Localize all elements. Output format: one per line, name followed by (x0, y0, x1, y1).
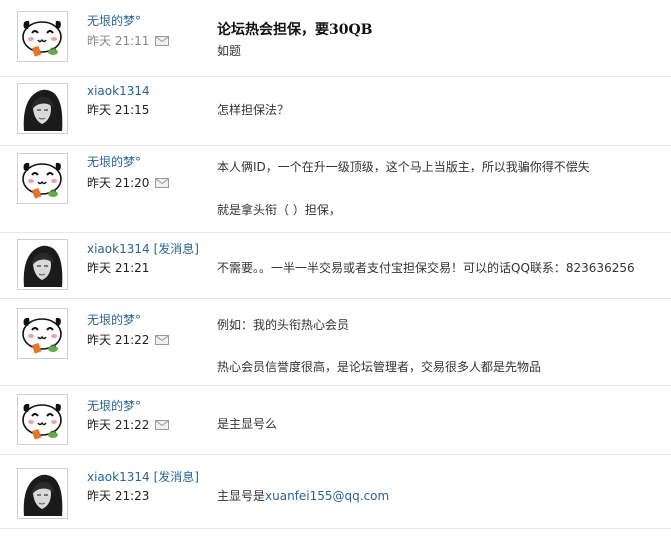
dark-hair-avatar-icon (20, 86, 65, 131)
post-author: 无垠的梦° (87, 311, 141, 328)
post-text: 本人俩ID，一个在升一级顶级，这个马上当版主，所以我骗你得不偿失 (217, 160, 590, 174)
dark-hair-avatar-icon (20, 242, 65, 287)
post-item: xiaok1314 [发消息] 昨天 21:23 主显号是xuanfei155@q… (0, 455, 671, 527)
post-author: xiaok1314 (87, 84, 150, 98)
panda-avatar-icon (20, 397, 65, 442)
post-text: 怎样担保法？ (217, 103, 290, 117)
post-text: 例如：我的头衔热心会员 (217, 318, 350, 332)
dark-hair-avatar-icon (20, 471, 65, 516)
post-item: xiaok1314 [发消息] 昨天 21:21 不需要。。一半一半交易或者支付宝… (0, 233, 671, 298)
avatar[interactable] (17, 308, 68, 359)
post-text: 就是拿头衔（ ）担保， (217, 203, 341, 217)
post-title: 论坛热会担保，要30QB (217, 22, 373, 38)
username-link[interactable]: 无垠的梦° (87, 14, 141, 28)
post-time: 昨天 21:15 (87, 101, 149, 118)
username-link[interactable]: xiaok1314 (87, 470, 150, 484)
post-item: 无垠的梦° 昨天 21:20 本人俩ID，一个在升一级顶级，这个马上当版主，所以… (0, 146, 671, 232)
post-text: 是主显号么 (217, 417, 278, 431)
panda-avatar-icon (20, 311, 65, 356)
panda-avatar-icon (20, 14, 65, 59)
username-link[interactable]: xiaok1314 (87, 242, 150, 256)
post-text: 主显号是xuanfei155@qq.com (217, 487, 389, 504)
avatar[interactable] (17, 83, 68, 134)
avatar[interactable] (17, 11, 68, 62)
timestamp: 昨天 21:11 (87, 34, 150, 48)
timestamp: 昨天 21:22 (87, 418, 150, 432)
timestamp: 昨天 21:23 (87, 489, 150, 503)
timestamp: 昨天 21:15 (87, 103, 150, 117)
avatar[interactable] (17, 239, 68, 290)
timestamp: 昨天 21:20 (87, 176, 150, 190)
post-text-prefix: 主显号是 (217, 489, 266, 503)
post-author: 无垠的梦° (87, 153, 141, 170)
send-message-link[interactable]: [发消息] (154, 470, 199, 484)
send-message-link[interactable]: [发消息] (154, 242, 199, 256)
username-link[interactable]: xiaok1314 (87, 84, 150, 98)
post-text: 热心会员信誉度很高，是论坛管理者，交易很多人都是先物品 (217, 360, 542, 374)
avatar[interactable] (17, 394, 68, 445)
post-time: 昨天 21:22 (87, 416, 169, 433)
divider (0, 528, 671, 529)
username-link[interactable]: 无垠的梦° (87, 399, 141, 413)
envelope-icon[interactable] (155, 335, 169, 345)
post-author: 无垠的梦° (87, 12, 141, 29)
post-text: 如题 (217, 44, 242, 58)
email-link[interactable]: xuanfei155@qq.com (265, 489, 389, 503)
post-item: 无垠的梦° 昨天 21:11 论坛热会担保，要30QB 如题 (0, 0, 671, 76)
panda-avatar-icon (20, 156, 65, 201)
envelope-icon[interactable] (155, 420, 169, 430)
post-text: 不需要。。一半一半交易或者支付宝担保交易！可以的话QQ联系：823636256 (217, 261, 635, 275)
post-item: xiaok1314 昨天 21:15 怎样担保法？ (0, 77, 671, 145)
post-author: 无垠的梦° (87, 397, 141, 414)
post-time: 昨天 21:23 (87, 487, 149, 504)
timestamp: 昨天 21:21 (87, 261, 150, 275)
avatar[interactable] (17, 468, 68, 519)
post-time: 昨天 21:20 (87, 174, 169, 191)
username-link[interactable]: 无垠的梦° (87, 155, 141, 169)
envelope-icon[interactable] (155, 36, 169, 46)
timestamp: 昨天 21:22 (87, 333, 150, 347)
message-thread: 无垠的梦° 昨天 21:11 论坛热会担保，要30QB 如题 xiaok1314… (0, 0, 671, 537)
post-item: 无垠的梦° 昨天 21:22 例如：我的头衔热心会员 热心会员信誉度很高，是论坛… (0, 299, 671, 385)
post-time: 昨天 21:21 (87, 259, 149, 276)
envelope-icon[interactable] (155, 178, 169, 188)
post-author: xiaok1314 [发消息] (87, 240, 199, 257)
post-time: 昨天 21:11 (87, 32, 169, 49)
avatar[interactable] (17, 153, 68, 204)
username-link[interactable]: 无垠的梦° (87, 313, 141, 327)
post-time: 昨天 21:22 (87, 331, 169, 348)
post-item: 无垠的梦° 昨天 21:22 是主显号么 (0, 386, 671, 454)
post-author: xiaok1314 [发消息] (87, 468, 199, 485)
